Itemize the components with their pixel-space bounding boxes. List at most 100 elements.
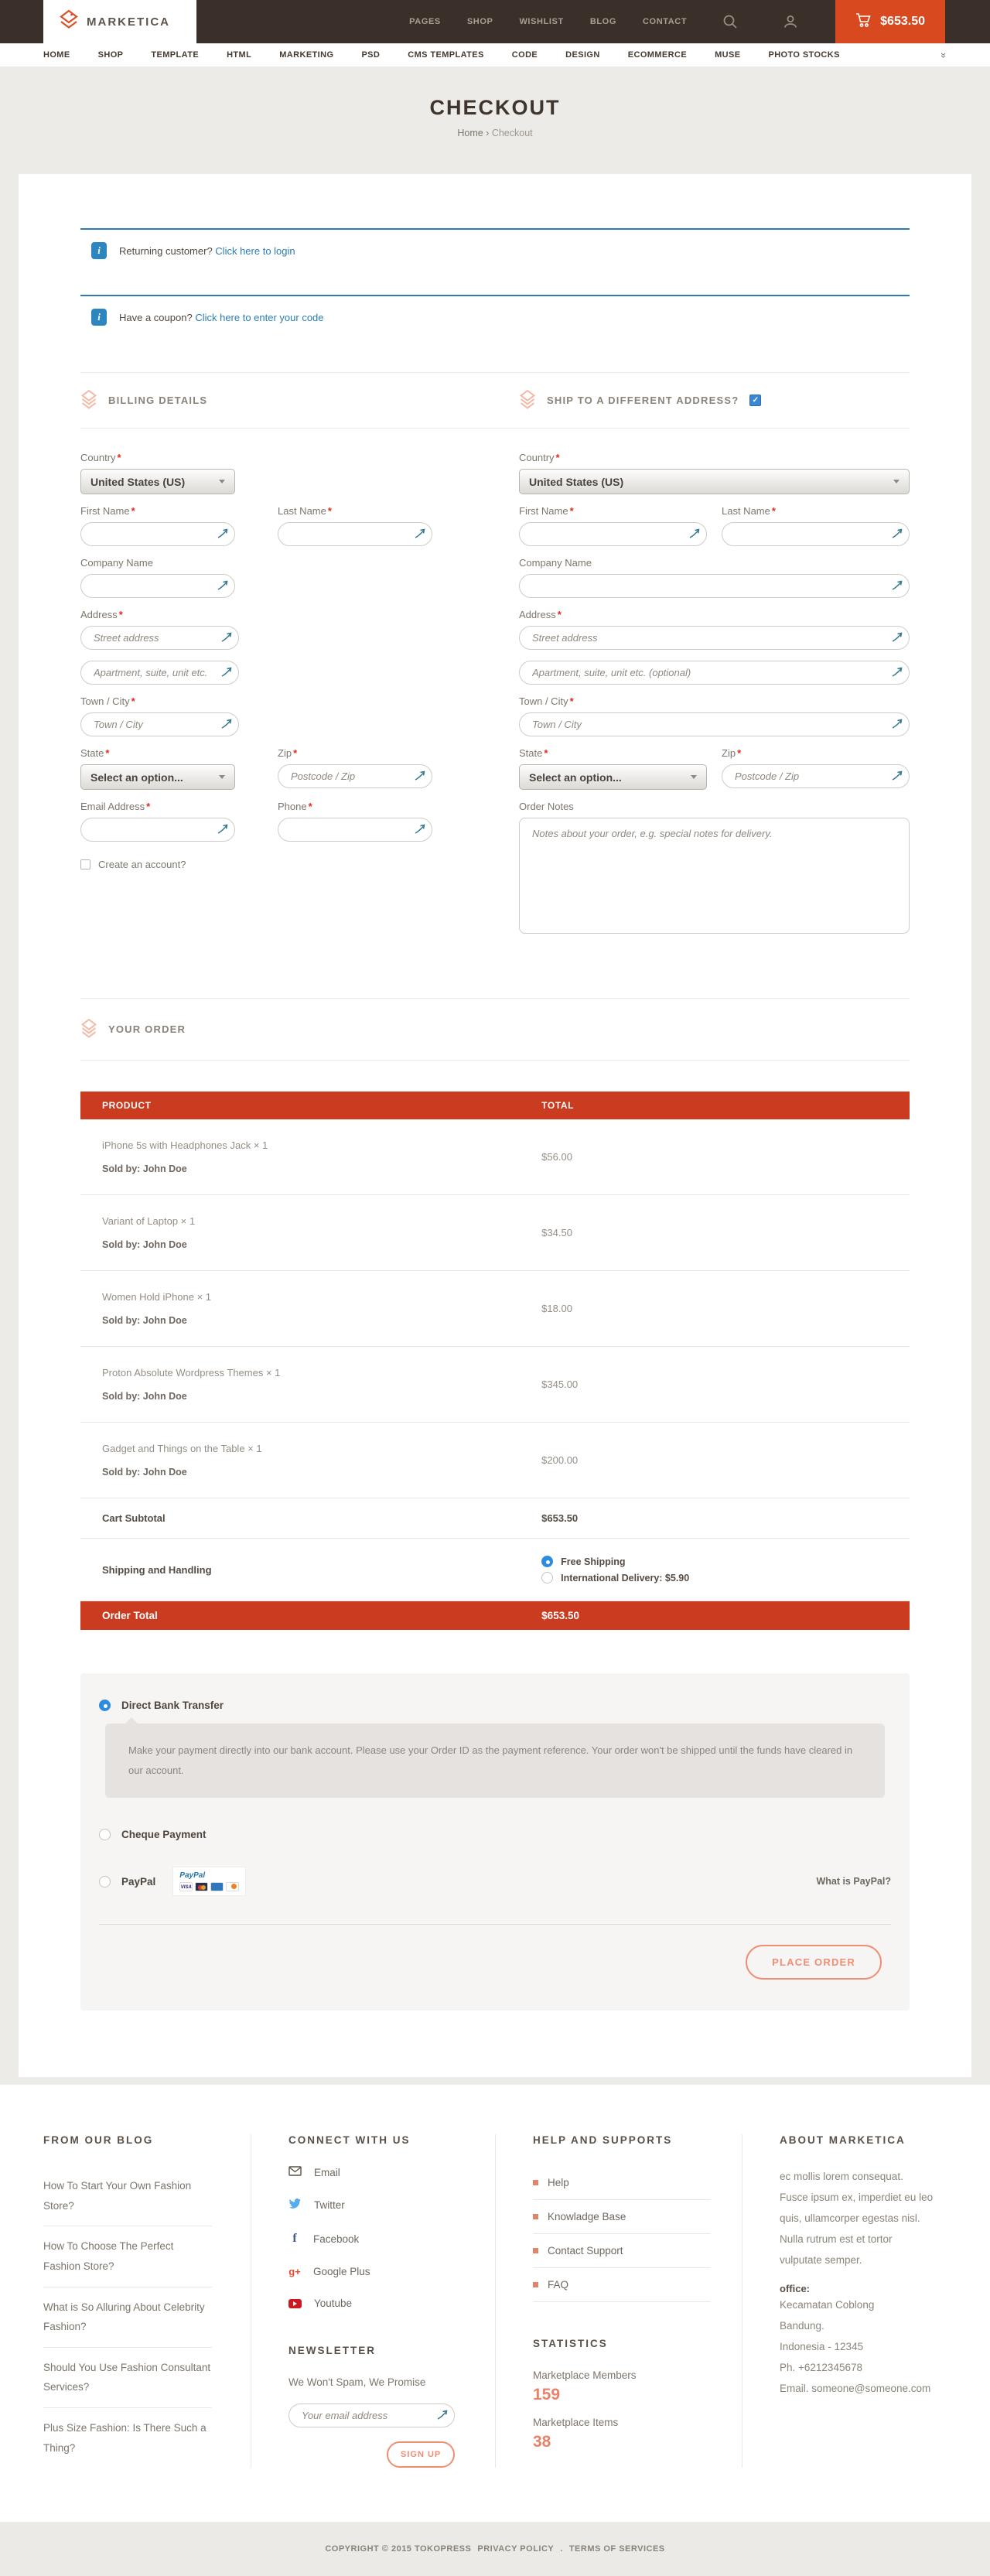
help-link[interactable]: Help	[533, 2166, 711, 2200]
menu-home[interactable]: HOME	[43, 50, 70, 60]
help-link[interactable]: Contact Support	[533, 2234, 711, 2268]
autofill-icon	[221, 719, 232, 731]
shipping-zip-input[interactable]	[722, 764, 910, 788]
shipping-state-label: State*	[519, 747, 707, 759]
breadcrumb-home[interactable]: Home	[457, 128, 483, 138]
billing-section-header: BILLING DETAILS	[80, 388, 432, 412]
social-google-plus[interactable]: g+ Google Plus	[288, 2266, 495, 2277]
blog-link[interactable]: Plus Size Fashion: Is There Such a Thing…	[43, 2408, 212, 2468]
blog-link[interactable]: Should You Use Fashion Consultant Servic…	[43, 2348, 212, 2408]
blog-link[interactable]: How To Start Your Own Fashion Store?	[43, 2166, 212, 2226]
bullet-icon	[533, 2282, 538, 2287]
newsletter-email-input[interactable]	[288, 2403, 455, 2427]
shipping-street-input[interactable]	[519, 626, 910, 650]
menu-psd[interactable]: PSD	[361, 50, 380, 60]
ship-different-address-checkbox[interactable]: ✓	[749, 395, 761, 406]
office-line: Kecamatan Coblong	[780, 2294, 947, 2315]
terms-link[interactable]: TERMS OF SERVICES	[569, 2544, 665, 2554]
autofill-icon	[221, 667, 232, 679]
topnav-shop[interactable]: SHOP	[467, 17, 493, 26]
topnav-contact[interactable]: CONTACT	[643, 17, 687, 26]
radio-bank-transfer[interactable]	[99, 1700, 111, 1711]
payment-bank-transfer[interactable]: Direct Bank Transfer	[99, 1700, 891, 1711]
search-icon[interactable]	[713, 14, 747, 29]
blog-link[interactable]: How To Choose The Perfect Fashion Store?	[43, 2226, 212, 2287]
shipping-state-select[interactable]: Select an option...	[519, 764, 707, 790]
menu-cms-templates[interactable]: CMS TEMPLATES	[408, 50, 484, 60]
topnav-wishlist[interactable]: WISHLIST	[519, 17, 563, 26]
billing-town-input[interactable]	[80, 712, 239, 736]
copyright-separator: .	[560, 2544, 563, 2554]
autofill-icon	[217, 580, 228, 593]
billing-country-select[interactable]: United States (US)	[80, 469, 235, 494]
shipping-country-select[interactable]: United States (US)	[519, 469, 910, 494]
menu-marketing[interactable]: MARKETING	[279, 50, 333, 60]
facebook-icon: f	[288, 2232, 301, 2246]
billing-email-input[interactable]	[80, 818, 235, 842]
shipping-last-name-input[interactable]	[722, 522, 910, 546]
radio-paypal[interactable]	[99, 1876, 111, 1888]
help-column-title: HELP AND SUPPORTS	[533, 2134, 742, 2146]
billing-phone-input[interactable]	[278, 818, 432, 842]
menu-html[interactable]: HTML	[227, 50, 251, 60]
shipping-apartment-input[interactable]	[519, 661, 910, 685]
what-is-paypal-link[interactable]: What is PayPal?	[816, 1876, 891, 1887]
radio-free-shipping[interactable]	[541, 1556, 553, 1567]
login-link[interactable]: Click here to login	[215, 245, 295, 257]
billing-state-select[interactable]: Select an option...	[80, 764, 235, 790]
radio-cheque[interactable]	[99, 1829, 111, 1840]
menu-template[interactable]: TEMPLATE	[151, 50, 199, 60]
menu-shop[interactable]: SHOP	[98, 50, 124, 60]
social-twitter[interactable]: Twitter	[288, 2198, 495, 2212]
topnav-blog[interactable]: BLOG	[590, 17, 616, 26]
newsletter-signup-button[interactable]: SIGN UP	[387, 2441, 455, 2468]
menu-muse[interactable]: MUSE	[715, 50, 740, 60]
billing-zip-input[interactable]	[278, 764, 432, 788]
social-email[interactable]: Email	[288, 2166, 495, 2178]
order-table: PRODUCT TOTAL iPhone 5s with Headphones …	[80, 1092, 910, 1630]
logo[interactable]: MARKETICA	[43, 0, 196, 43]
topnav-pages[interactable]: PAGES	[409, 17, 441, 26]
blog-link[interactable]: What is So Alluring About Celebrity Fash…	[43, 2287, 212, 2348]
billing-street-input[interactable]	[80, 626, 239, 650]
shipping-option-free[interactable]: Free Shipping	[541, 1556, 910, 1567]
product-total: $18.00	[541, 1303, 572, 1314]
billing-company-input[interactable]	[80, 574, 235, 598]
place-order-button[interactable]: PLACE ORDER	[746, 1945, 882, 1980]
shipping-company-input[interactable]	[519, 574, 910, 598]
product-name: Women Hold iPhone × 1	[102, 1291, 520, 1303]
create-account-label: Create an account?	[98, 859, 186, 870]
cart-button[interactable]: $653.50	[835, 0, 945, 43]
product-name: Variant of Laptop × 1	[102, 1215, 520, 1227]
shipping-town-input[interactable]	[519, 712, 910, 736]
coupon-notice: i Have a coupon? Click here to enter you…	[80, 295, 910, 341]
social-youtube[interactable]: Youtube	[288, 2298, 495, 2309]
product-sold-by: Sold by: John Doe	[102, 1163, 520, 1174]
radio-international-delivery[interactable]	[541, 1572, 553, 1584]
order-notes-textarea[interactable]	[519, 818, 910, 934]
shipping-row: Shipping and Handling Free Shipping Inte…	[80, 1539, 910, 1601]
help-link[interactable]: FAQ	[533, 2268, 711, 2302]
user-icon[interactable]	[773, 14, 807, 29]
menu-code[interactable]: CODE	[512, 50, 538, 60]
billing-apartment-input[interactable]	[80, 661, 239, 685]
help-link[interactable]: Knowladge Base	[533, 2200, 711, 2234]
shipping-first-name-input[interactable]	[519, 522, 707, 546]
payment-cheque[interactable]: Cheque Payment	[99, 1829, 891, 1840]
autofill-icon	[415, 770, 425, 783]
payment-paypal[interactable]: PayPal PayPal VISA What is PayPal?	[99, 1867, 891, 1896]
visa-card-icon: VISA	[179, 1882, 193, 1891]
menu-ecommerce[interactable]: ECOMMERCE	[628, 50, 687, 60]
youtube-icon	[288, 2299, 302, 2308]
menu-more-chevron-icon[interactable]: »	[938, 52, 950, 57]
billing-first-name-input[interactable]	[80, 522, 235, 546]
menu-design[interactable]: DESIGN	[565, 50, 600, 60]
billing-last-name-input[interactable]	[278, 522, 432, 546]
autofill-icon	[689, 528, 700, 541]
menu-photo-stocks[interactable]: PHOTO STOCKS	[768, 50, 839, 60]
shipping-option-international[interactable]: International Delivery: $5.90	[541, 1572, 910, 1584]
social-facebook[interactable]: f Facebook	[288, 2232, 495, 2246]
create-account-checkbox[interactable]	[80, 859, 90, 869]
privacy-policy-link[interactable]: PRIVACY POLICY	[477, 2544, 554, 2554]
coupon-link[interactable]: Click here to enter your code	[195, 312, 323, 323]
